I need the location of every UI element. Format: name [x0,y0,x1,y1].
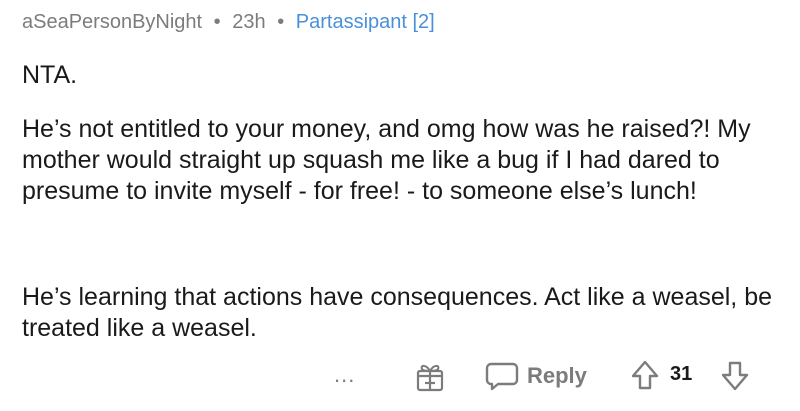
comment-paragraph: He’s learning that actions have conseque… [22,283,772,342]
author-link[interactable]: aSeaPersonByNight [22,11,202,33]
comment-meta: aSeaPersonByNight • 23h • Partassipant [… [22,8,435,36]
user-flair: Partassipant [2] [295,11,435,33]
comment-paragraph: He’s not entitled to your money, and omg… [22,115,751,205]
meta-separator: • [213,11,221,33]
more-options-button[interactable]: ... [334,362,355,388]
award-button[interactable] [415,360,445,392]
comment-age: 23h [232,11,266,33]
comment-paragraph: NTA. [22,61,78,89]
reply-button[interactable]: Reply [485,359,587,393]
upvote-button[interactable] [630,359,660,391]
comment-actions: ... Reply 31 [22,356,782,396]
vote-score: 31 [670,363,693,385]
arrow-down-icon [721,361,749,391]
reply-label: Reply [527,363,587,388]
gift-icon [416,364,444,392]
meta-separator: • [277,11,285,33]
downvote-button[interactable] [720,360,750,392]
arrow-up-icon [631,360,659,390]
speech-bubble-icon [485,362,519,391]
